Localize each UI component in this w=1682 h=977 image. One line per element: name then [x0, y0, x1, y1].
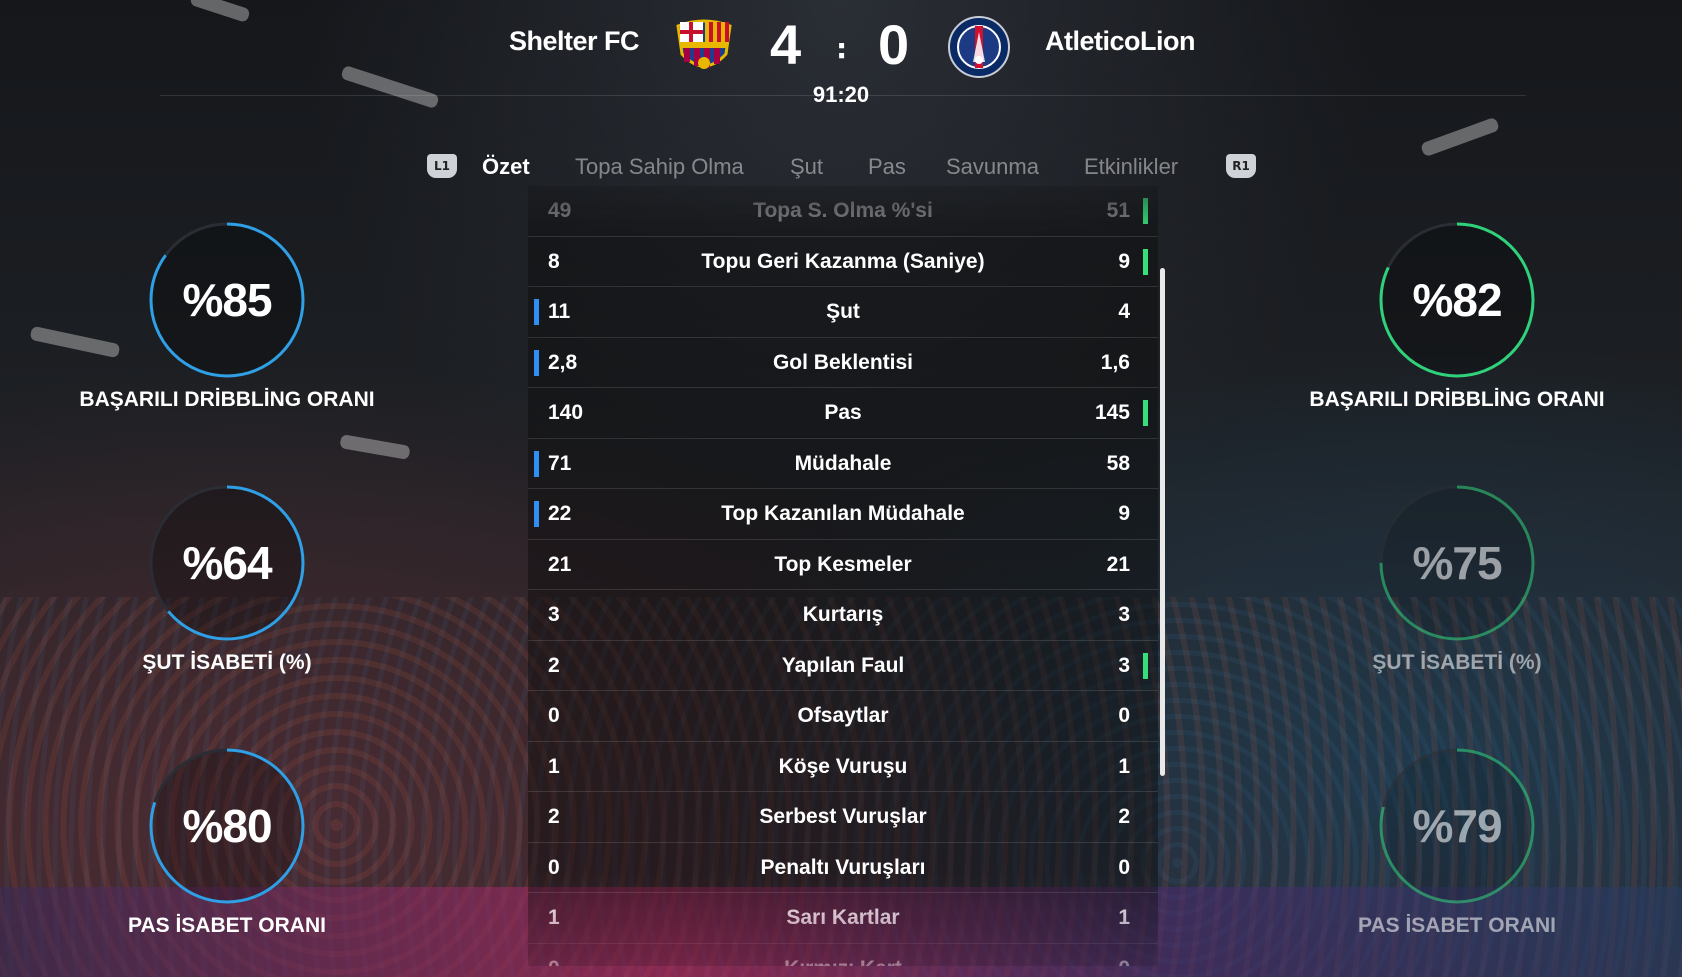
home-score: 4 [770, 13, 802, 76]
away-stat-ring: %82 [1377, 220, 1537, 380]
home-stat-ring: %64 [147, 483, 307, 643]
stat-row: 2,8 Gol Beklentisi 1,6 [528, 337, 1158, 388]
stat-name: Pas [824, 401, 862, 424]
stat-name: Serbest Vuruşlar [759, 805, 927, 828]
ring-label: ŞUT İSABETİ (%) [142, 651, 312, 674]
ring-percentage: %82 [1412, 274, 1502, 326]
tab-savunma[interactable]: Savunma [946, 154, 1039, 180]
stadium-light-strip [29, 325, 121, 359]
stat-name: Top Kesmeler [774, 552, 912, 576]
stat-row: 2 Yapılan Faul 3 [528, 640, 1158, 691]
home-team-name: Shelter FC [508, 26, 640, 56]
stat-away-value: 145 [1094, 401, 1130, 424]
stat-name: Müdahale [794, 451, 892, 475]
ring-percentage: %75 [1412, 537, 1502, 589]
header-divider [160, 95, 1526, 96]
tab-pas[interactable]: Pas [868, 154, 906, 180]
stat-away-value: 3 [1118, 653, 1130, 677]
away-team-name: AtleticoLion [1045, 26, 1196, 56]
stat-away-value: 0 [1118, 704, 1130, 727]
stat-row: 1 Sarı Kartlar 1 [528, 893, 1158, 944]
stat-row: 22 Top Kazanılan Müdahale 9 [528, 489, 1158, 540]
stat-away-value: 3 [1118, 603, 1130, 626]
stat-row: 2 Serbest Vuruşlar 2 [528, 792, 1158, 843]
stat-row: 49 Topa S. Olma %'si 51 [528, 186, 1158, 237]
stat-away-value: 1,6 [1100, 350, 1130, 374]
stat-away-value: 0 [1118, 855, 1130, 879]
tab-etkinlikler[interactable]: Etkinlikler [1084, 154, 1178, 180]
stat-row: 0 Penaltı Vuruşları 0 [528, 842, 1158, 893]
ring-label: ŞUT İSABETİ (%) [1372, 651, 1542, 674]
stat-row: 11 Şut 4 [528, 287, 1158, 338]
stat-name: Kırmızı Kart [528, 944, 1158, 967]
stat-name: Ofsaytlar [797, 704, 889, 727]
stat-row: 3 Kurtarış 3 [528, 590, 1158, 641]
stat-row: 0 Ofsaytlar 0 [528, 691, 1158, 742]
home-team-crest-icon [674, 16, 734, 78]
tab-ozet[interactable]: Özet [482, 154, 530, 180]
away-score: 0 [878, 13, 910, 76]
ring-percentage: %80 [182, 800, 272, 852]
stats-tab-bar: L1 Özet Topa Sahip Olma Şut Pas Savunma … [0, 150, 1682, 190]
stat-row: 140 Pas 145 [528, 388, 1158, 439]
ring-percentage: %79 [1412, 800, 1502, 852]
home-stat-ring: %80 [147, 746, 307, 906]
stat-away-value: 9 [1118, 249, 1130, 273]
score-separator: : [836, 32, 848, 65]
stat-away-value: 4 [1118, 300, 1130, 323]
r1-bumper-icon[interactable]: R1 [1226, 154, 1256, 178]
stat-name: Top Kazanılan Müdahale [721, 502, 965, 525]
stat-name: Topu Geri Kazanma (Saniye) [701, 249, 985, 273]
stat-row: 71 Müdahale 58 [528, 438, 1158, 489]
ring-label: BAŞARILI DRİBBLİNG ORANI [1309, 388, 1605, 411]
stat-away-value: 0 [1118, 944, 1130, 967]
stats-table: 49 Topa S. Olma %'si 51 8 Topu Geri Kazanma … [528, 186, 1158, 966]
stat-name: Yapılan Faul [781, 653, 905, 677]
away-stat-ring: %79 [1377, 746, 1537, 906]
home-stat-ring: %85 [147, 220, 307, 380]
stat-row: 1 Köşe Vuruşu 1 [528, 741, 1158, 792]
stat-away-value: 9 [1118, 502, 1130, 525]
stat-name: Kurtarış [802, 603, 884, 626]
stat-away-value: 2 [1118, 805, 1130, 828]
ring-percentage: %64 [182, 537, 272, 589]
ring-label: PAS İSABET ORANI [128, 914, 326, 937]
stats-scrollbar[interactable] [1160, 268, 1165, 776]
stat-name: Şut [826, 300, 860, 323]
ring-label: PAS İSABET ORANI [1358, 914, 1556, 937]
stat-away-value: 21 [1106, 552, 1130, 576]
stat-name: Köşe Vuruşu [778, 754, 908, 778]
away-team-crest-icon [948, 16, 1010, 78]
stat-row: 8 Topu Geri Kazanma (Saniye) 9 [528, 236, 1158, 287]
stadium-light-strip [339, 434, 411, 460]
scoreboard-header: Shelter FC 4 : 0 AtleticoLion 91:20 [0, 0, 1682, 110]
stat-away-value: 1 [1118, 754, 1130, 778]
ring-label: BAŞARILI DRİBBLİNG ORANI [79, 388, 375, 411]
tab-topa-sahip-olma[interactable]: Topa Sahip Olma [575, 154, 744, 180]
stat-name: Penaltı Vuruşları [760, 855, 926, 879]
stat-away-value: 58 [1106, 451, 1130, 475]
stat-name: Topa S. Olma %'si [753, 199, 933, 222]
stat-away-value: 1 [1118, 906, 1130, 929]
l1-bumper-icon[interactable]: L1 [427, 154, 457, 178]
stat-name: Sarı Kartlar [786, 906, 900, 929]
ring-percentage: %85 [182, 274, 272, 326]
stat-row: 21 Top Kesmeler 21 [528, 539, 1158, 590]
stat-row: 0Kırmızı Kart0 [528, 943, 1158, 967]
stat-name: Gol Beklentisi [772, 350, 914, 374]
stat-away-value: 51 [1106, 199, 1130, 222]
tab-sut[interactable]: Şut [790, 154, 823, 180]
away-stat-ring: %75 [1377, 483, 1537, 643]
